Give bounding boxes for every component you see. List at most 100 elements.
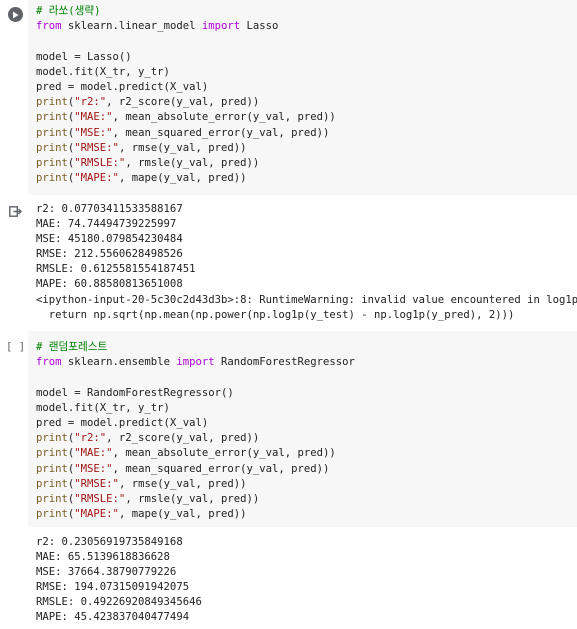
- code-editor[interactable]: # 라쏘(생략) from sklearn.linear_model import…: [28, 0, 577, 195]
- code-token: , mean_absolute_error(y_val, pred)): [112, 111, 336, 124]
- code-token: from: [36, 20, 62, 33]
- code-token: , mean_absolute_error(y_val, pred)): [112, 447, 336, 460]
- code-line: from sklearn.ensemble import RandomFores…: [36, 355, 355, 370]
- code-line: print("RMSE:", rmse(y_val, pred)): [36, 141, 336, 156]
- code-line: print("MSE:", mean_squared_error(y_val, …: [36, 462, 355, 477]
- code-token: print: [36, 477, 68, 490]
- code-line: model = Lasso(): [36, 50, 336, 65]
- code-token: pred = model.predict(X_val): [36, 416, 209, 429]
- code-token: "MSE:": [74, 462, 113, 475]
- code-lines: # 라쏘(생략) from sklearn.linear_model import…: [36, 4, 336, 186]
- code-token: print: [36, 111, 68, 124]
- code-token: "MAPE:": [74, 508, 119, 521]
- code-line: print("MSE:", mean_squared_error(y_val, …: [36, 126, 336, 141]
- code-lines: # 랜덤포레스트 from sklearn.ensemble import Ran…: [36, 340, 355, 522]
- code-token: Lasso: [240, 20, 279, 33]
- code-token: print: [36, 432, 68, 445]
- code-line: print("RMSE:", rmse(y_val, pred)): [36, 477, 355, 492]
- code-cell-randomforest: [ ] # 랜덤포레스트 from sklearn.ensemble import…: [0, 331, 577, 527]
- code-line: model.fit(X_tr, y_tr): [36, 65, 336, 80]
- output-line: MAE: 65.5139618836628: [36, 551, 170, 564]
- code-line: model = RandomForestRegressor(): [36, 386, 355, 401]
- code-token: sklearn.linear_model: [61, 20, 202, 33]
- code-token: model = RandomForestRegressor(): [36, 386, 234, 399]
- code-line: print("r2:", r2_score(y_val, pred)): [36, 431, 355, 446]
- code-line: pred = model.predict(X_val): [36, 80, 336, 95]
- code-token: , rmse(y_val, pred)): [118, 141, 247, 154]
- code-token: , r2_score(y_val, pred)): [106, 96, 260, 109]
- code-token: , mean_squared_error(y_val, pred)): [112, 462, 330, 475]
- code-token: "RMSE:": [74, 141, 119, 154]
- code-token: RandomForestRegressor: [214, 356, 355, 369]
- code-token: "MAPE:": [74, 172, 119, 185]
- code-token: import: [201, 20, 241, 33]
- code-token: print: [36, 96, 68, 109]
- code-token: pred = model.predict(X_val): [36, 80, 209, 93]
- code-line: print("MAPE:", mape(y_val, pred)): [36, 171, 336, 186]
- code-token: "MAE:": [74, 111, 113, 124]
- code-token: "RMSLE:": [74, 492, 126, 505]
- code-line: print("MAPE:", mape(y_val, pred)): [36, 507, 355, 522]
- output-line: r2: 0.23056919735849168: [36, 536, 183, 548]
- code-token: print: [36, 141, 68, 154]
- code-line: print("RMSLE:", rmsle(y_val, pred)): [36, 156, 336, 171]
- code-line: from sklearn.linear_model import Lasso: [36, 19, 336, 34]
- code-token: "RMSE:": [74, 477, 119, 490]
- code-token: print: [36, 126, 68, 139]
- output-area-lasso: r2: 0.07703411533588167 MAE: 74.744947392…: [0, 195, 577, 327]
- code-token: print: [36, 156, 68, 169]
- code-token: # 랜덤포레스트: [36, 341, 108, 353]
- run-cell-button[interactable]: [8, 7, 23, 22]
- code-token: print: [36, 447, 68, 460]
- output-line: MAPE: 45.423837040477494: [36, 611, 190, 624]
- code-token: "MSE:": [74, 126, 113, 139]
- output-arrow-icon[interactable]: [9, 206, 22, 217]
- code-token: import: [176, 356, 215, 369]
- code-token: print: [36, 508, 68, 521]
- code-line: print("RMSLE:", rmsle(y_val, pred)): [36, 492, 355, 507]
- code-cell-lasso: # 라쏘(생략) from sklearn.linear_model import…: [0, 0, 577, 195]
- code-token: print: [36, 492, 68, 505]
- code-editor[interactable]: # 랜덤포레스트 from sklearn.ensemble import Ran…: [28, 331, 577, 527]
- code-line: pred = model.predict(X_val): [36, 416, 355, 431]
- code-token: "MAE:": [74, 447, 113, 460]
- code-token: sklearn.ensemble: [61, 356, 177, 369]
- code-token: , rmse(y_val, pred)): [118, 477, 247, 490]
- output-line: RMSLE: 0.49226920849345646: [36, 596, 202, 609]
- code-token: "r2:": [74, 432, 107, 445]
- code-token: print: [36, 462, 68, 475]
- code-token: # 라쏘(생략): [36, 5, 101, 17]
- code-token: , rmsle(y_val, pred)): [125, 492, 260, 505]
- code-line: # 랜덤포레스트: [36, 340, 355, 355]
- code-token: , mean_squared_error(y_val, pred)): [112, 126, 330, 139]
- output-line: return np.sqrt(np.mean(np.power(np.log1p…: [36, 308, 515, 321]
- code-token: "r2:": [74, 96, 107, 109]
- output-line: MSE: 37664.38790779226: [36, 566, 177, 579]
- code-token: , mape(y_val, pred)): [118, 508, 247, 521]
- output-line: <ipython-input-20-5c30c2d43d3b>:8: Runti…: [36, 293, 577, 306]
- output-line: MAPE: 60.88580813651008: [36, 278, 183, 291]
- code-token: from: [36, 356, 62, 369]
- code-line: print("r2:", r2_score(y_val, pred)): [36, 95, 336, 110]
- code-token: , r2_score(y_val, pred)): [106, 432, 260, 445]
- code-token: model.fit(X_tr, y_tr): [36, 65, 170, 78]
- code-token: print: [36, 172, 68, 185]
- code-line: model.fit(X_tr, y_tr): [36, 401, 355, 416]
- code-line: print("MAE:", mean_absolute_error(y_val,…: [36, 110, 336, 125]
- output-area-randomforest: r2: 0.23056919735849168 MAE: 65.513961883…: [0, 527, 577, 629]
- output-line: r2: 0.07703411533588167: [36, 203, 183, 215]
- output-text: r2: 0.23056919735849168 MAE: 65.513961883…: [36, 535, 202, 626]
- output-line: RMSE: 194.07315091942075: [36, 581, 190, 594]
- code-token: , rmsle(y_val, pred)): [125, 156, 260, 169]
- execution-count[interactable]: [ ]: [6, 341, 25, 353]
- output-line: RMSE: 212.5560628498526: [36, 248, 183, 261]
- output-line: MAE: 74.74494739225997: [36, 218, 177, 231]
- code-token: model.fit(X_tr, y_tr): [36, 401, 170, 414]
- output-line: MSE: 45180.079854230484: [36, 233, 183, 246]
- output-line: RMSLE: 0.6125581554187451: [36, 263, 196, 276]
- code-token: model = Lasso(): [36, 50, 132, 63]
- code-line: # 라쏘(생략): [36, 4, 336, 19]
- code-token: "RMSLE:": [74, 156, 126, 169]
